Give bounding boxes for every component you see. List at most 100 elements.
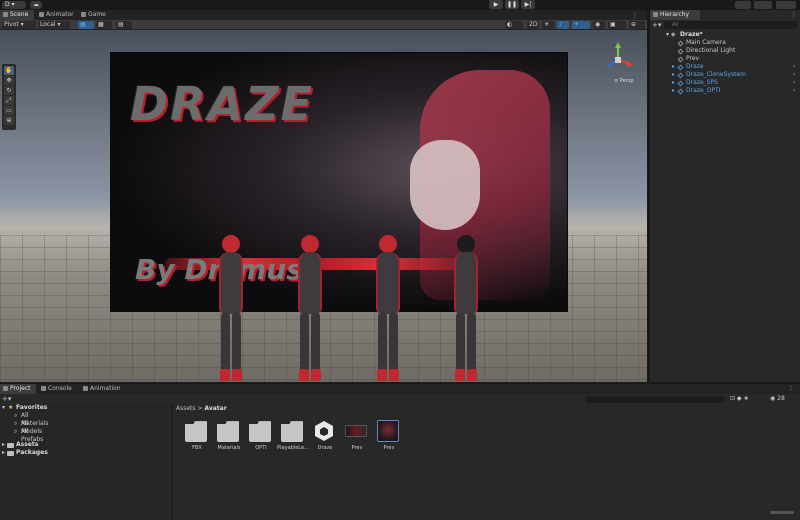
- layers-dropdown[interactable]: [735, 1, 751, 9]
- expand-arrow-icon[interactable]: ▸: [672, 71, 675, 79]
- hierarchy-item[interactable]: ▸ Draze_CloneSystem ›: [650, 71, 800, 79]
- breadcrumb-current[interactable]: Avatar: [204, 405, 226, 412]
- hierarchy-item-label: Draze_CloneSystem: [686, 71, 746, 78]
- chevron-right-icon[interactable]: ›: [793, 63, 795, 71]
- lighting-toggle[interactable]: ☀: [542, 21, 554, 29]
- folder-icon: [281, 421, 303, 442]
- hierarchy-item[interactable]: Directional Light: [650, 47, 800, 55]
- play-icon: ▶: [493, 1, 499, 8]
- chevron-right-icon[interactable]: ›: [793, 87, 795, 95]
- hierarchy-item-label: Draze_OPTI: [686, 87, 721, 94]
- breadcrumb-root[interactable]: Assets: [176, 405, 196, 412]
- game-icon: [81, 12, 86, 17]
- chevron-right-icon[interactable]: ›: [793, 71, 795, 79]
- hierarchy-item[interactable]: ▸ Draze ›: [650, 63, 800, 71]
- scene-root-icon: ▾ ◈: [666, 31, 676, 38]
- project-search-input[interactable]: [585, 396, 725, 403]
- rotate-tool-icon[interactable]: ↻: [4, 86, 14, 95]
- asset-tile[interactable]: Prev: [373, 420, 405, 452]
- poster-character-face: [410, 140, 480, 230]
- expand-arrow-icon[interactable]: ▸: [672, 87, 675, 95]
- rect-tool-icon[interactable]: ▭: [4, 106, 14, 115]
- layout-dropdown[interactable]: [754, 1, 772, 9]
- hierarchy-item-label: Directional Light: [686, 47, 736, 54]
- search-icon: ⌕: [14, 420, 18, 427]
- hierarchy-item[interactable]: ▸ Draze_OPTI ›: [650, 87, 800, 95]
- transform-tool-icon[interactable]: ⊕: [4, 116, 14, 125]
- expand-arrow-icon[interactable]: ▸: [672, 79, 675, 87]
- project-menu-icon[interactable]: ⋮: [788, 385, 794, 392]
- avatar-model[interactable]: [215, 235, 247, 382]
- expand-arrow-icon[interactable]: ▾: [2, 404, 5, 412]
- search-icon: ⌕: [14, 428, 18, 435]
- prefab-icon: [677, 72, 684, 79]
- prefab-icon: [677, 64, 684, 71]
- hand-tool-icon[interactable]: ✋: [4, 66, 14, 75]
- tab-hierarchy[interactable]: Hierarchy: [650, 10, 700, 20]
- account-button[interactable]: D ▾: [2, 1, 26, 9]
- tab-project[interactable]: Project: [0, 384, 36, 394]
- expand-arrow-icon[interactable]: ▸: [672, 63, 675, 71]
- pause-icon: ❚❚: [506, 1, 518, 8]
- breadcrumb: Assets > Avatar: [176, 405, 227, 412]
- scene-root-row[interactable]: ▾ ◈ Draze*: [650, 31, 800, 39]
- expand-arrow-icon[interactable]: ▸: [2, 449, 5, 457]
- hierarchy-search-input[interactable]: All: [664, 21, 798, 29]
- unity-scene-icon: [315, 421, 333, 441]
- orientation-gizmo-icon[interactable]: [600, 40, 636, 80]
- create-asset-button[interactable]: +▾: [2, 395, 11, 403]
- audio-toggle[interactable]: ♪: [557, 21, 569, 29]
- search-placeholder: All: [672, 22, 679, 28]
- mode-2d-toggle[interactable]: 2D: [527, 21, 539, 29]
- expand-arrow-icon[interactable]: ▸: [2, 441, 5, 449]
- effects-dropdown[interactable]: ✦: [572, 21, 590, 29]
- add-object-button[interactable]: +▾: [652, 21, 661, 29]
- grid-visibility-button[interactable]: ▤: [116, 21, 132, 29]
- tab-animation[interactable]: Animation: [80, 384, 126, 394]
- console-icon: [41, 386, 46, 391]
- hierarchy-item-label: Main Camera: [686, 39, 726, 46]
- hidden-objects-button[interactable]: ◉: [593, 21, 605, 29]
- avatar-model[interactable]: [372, 235, 404, 382]
- hierarchy-item[interactable]: Prev: [650, 55, 800, 63]
- hierarchy-item[interactable]: ▸ Draze_SPS ›: [650, 79, 800, 87]
- scale-tool-icon[interactable]: ⤢: [4, 96, 14, 105]
- step-button[interactable]: ▶|: [521, 0, 535, 9]
- avatar-model[interactable]: [294, 235, 326, 382]
- tab-scene[interactable]: Scene: [0, 10, 34, 20]
- tab-console-label: Console: [48, 385, 72, 392]
- persp-text: Persp: [619, 78, 634, 84]
- folder-icon: [7, 443, 14, 448]
- tab-animator[interactable]: Animator: [36, 10, 76, 20]
- pause-button[interactable]: ❚❚: [505, 0, 519, 9]
- hierarchy-menu-icon[interactable]: ⋮: [791, 11, 797, 18]
- search-icon[interactable]: [776, 1, 796, 9]
- tab-console[interactable]: Console: [38, 384, 76, 394]
- search-icon: ⌕: [14, 412, 18, 419]
- packages-label: Packages: [16, 449, 48, 456]
- shading-mode-button[interactable]: ◐: [505, 21, 523, 29]
- more-icon[interactable]: ⋮: [632, 12, 638, 19]
- camera-settings-button[interactable]: ▣: [608, 21, 626, 29]
- chevron-right-icon[interactable]: ›: [793, 79, 795, 87]
- scene-viewport[interactable]: DRAZE By Dnimus ≡ Persp ✋ ✥ ↻ ⤢ ▭ ⊕: [0, 30, 647, 382]
- zoom-slider[interactable]: [770, 511, 794, 514]
- filter-icons[interactable]: ⊡ ◆ ★: [730, 395, 749, 402]
- snap-increment-button[interactable]: ▦: [96, 21, 112, 29]
- move-tool-icon[interactable]: ✥: [4, 76, 14, 85]
- tab-animator-label: Animator: [46, 11, 74, 18]
- play-button[interactable]: ▶: [489, 0, 503, 9]
- local-dropdown[interactable]: Local ▾: [38, 21, 70, 29]
- cloud-icon[interactable]: ☁: [30, 1, 42, 9]
- hierarchy-item[interactable]: Main Camera: [650, 39, 800, 47]
- folder-icon: [249, 421, 271, 442]
- perspective-label[interactable]: ≡ Persp: [614, 78, 634, 84]
- asset-tile-label: Prev: [383, 445, 395, 451]
- avatar-model[interactable]: [450, 235, 482, 382]
- grid-snap-button[interactable]: ▦: [78, 21, 94, 29]
- folder-icon: [217, 421, 239, 442]
- folder-icon: [185, 421, 207, 442]
- gizmos-dropdown[interactable]: ⊕: [629, 21, 645, 29]
- tab-game[interactable]: Game: [78, 10, 108, 20]
- pivot-dropdown[interactable]: Pivot ▾: [2, 21, 36, 29]
